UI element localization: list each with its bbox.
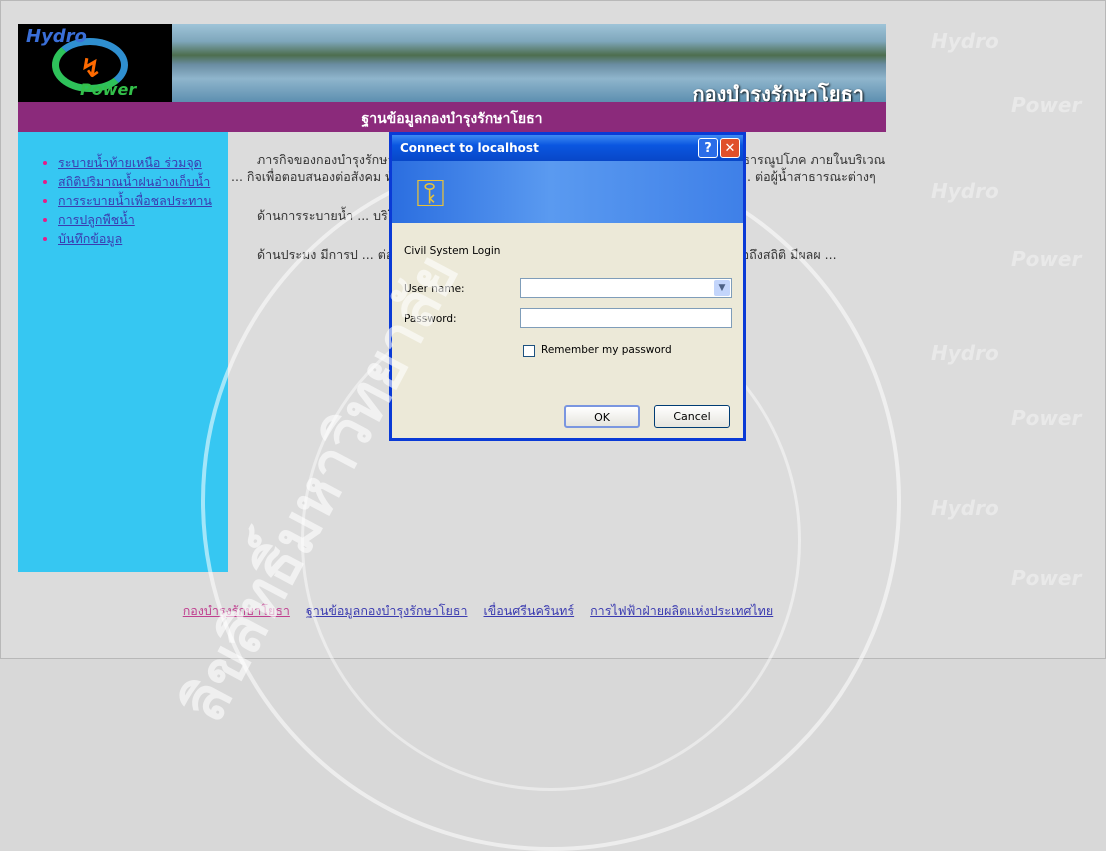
watermark-text: Power: [1011, 93, 1082, 117]
browser-page: Hydro Power Hydro Power Hydro Power Hydr…: [0, 0, 1106, 851]
sidebar-link[interactable]: การปลูกพืชน้ำ: [58, 212, 135, 227]
sidebar-item: บันทึกข้อมูล: [58, 230, 228, 247]
dialog-banner: ⚿: [392, 161, 743, 223]
footer-link[interactable]: เขื่อนศรีนครินทร์: [483, 603, 574, 618]
footer-link[interactable]: ฐานข้อมูลกองบำรุงรักษาโยธา: [306, 603, 468, 618]
ok-button[interactable]: OK: [564, 405, 640, 428]
sidebar-link[interactable]: สถิติปริมาณน้ำฝนอ่างเก็บน้ำ: [58, 174, 210, 189]
help-button[interactable]: ?: [698, 138, 718, 158]
cancel-button[interactable]: Cancel: [654, 405, 730, 428]
footer-links: กองบำรุงรักษาโยธา ฐานข้อมูลกองบำรุงรักษา…: [18, 601, 938, 621]
logo-text-bottom: Power: [80, 80, 137, 99]
password-label: Password:: [404, 313, 457, 325]
watermark-text: Hydro: [931, 179, 999, 203]
watermark-text: Power: [1011, 406, 1082, 430]
logo-text-top: Hydro: [26, 26, 87, 47]
username-combobox[interactable]: ▼: [520, 278, 732, 298]
sidebar-link[interactable]: การระบายน้ำเพื่อชลประทาน: [58, 193, 212, 208]
dialog-titlebar[interactable]: Connect to localhost ? ✕: [392, 135, 743, 161]
watermark-text: Hydro: [931, 496, 999, 520]
watermark-text: Power: [1011, 247, 1082, 271]
watermark-text: Power: [1011, 566, 1082, 590]
dialog-title: Connect to localhost: [400, 141, 539, 155]
realm-label: Civil System Login: [404, 245, 501, 257]
close-button[interactable]: ✕: [720, 138, 740, 158]
watermark-text: Hydro: [931, 341, 999, 365]
remember-password-label[interactable]: Remember my password: [541, 344, 672, 356]
watermark-text: Hydro: [931, 29, 999, 53]
login-dialog: Connect to localhost ? ✕ ⚿ Civil System …: [389, 132, 746, 441]
keys-icon: ⚿: [416, 171, 445, 215]
footer-link[interactable]: กองบำรุงรักษาโยธา: [183, 603, 290, 618]
sidebar-link[interactable]: บันทึกข้อมูล: [58, 231, 122, 246]
sidebar-item: การปลูกพืชน้ำ: [58, 211, 228, 228]
username-label: User name:: [404, 283, 465, 295]
password-field[interactable]: [520, 308, 732, 328]
sidebar-link[interactable]: ระบายน้ำท้ายเหนือ ร่วมจุด: [58, 155, 202, 170]
remember-password-checkbox[interactable]: [523, 345, 535, 357]
sidebar-item: สถิติปริมาณน้ำฝนอ่างเก็บน้ำ: [58, 173, 228, 190]
sidebar-item: การระบายน้ำเพื่อชลประทาน: [58, 192, 228, 209]
subtitle-bar: ฐานข้อมูลกองบำรุงรักษาโยธา: [18, 102, 886, 132]
hydro-power-logo[interactable]: Hydro ↯ Power: [18, 24, 172, 102]
footer-link[interactable]: การไฟฟ้าฝ่ายผลิตแห่งประเทศไทย: [590, 603, 773, 618]
chevron-down-icon[interactable]: ▼: [714, 280, 730, 296]
page-subtitle: ฐานข้อมูลกองบำรุงรักษาโยธา: [361, 111, 543, 127]
sidebar-item: ระบายน้ำท้ายเหนือ ร่วมจุด: [58, 154, 228, 171]
sidebar-nav: ระบายน้ำท้ายเหนือ ร่วมจุด สถิติปริมาณน้ำ…: [18, 132, 228, 572]
